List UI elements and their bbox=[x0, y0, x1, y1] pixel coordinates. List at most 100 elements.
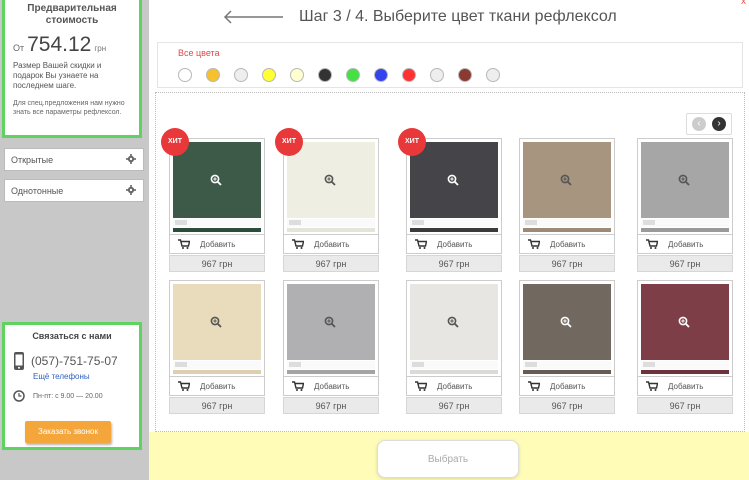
color-swatch[interactable] bbox=[290, 68, 304, 82]
fabric-card[interactable]: Добавить 967 грн bbox=[519, 280, 615, 414]
color-swatch[interactable] bbox=[206, 68, 220, 82]
color-swatch[interactable] bbox=[458, 68, 472, 82]
cart-icon bbox=[292, 239, 304, 249]
zoom-icon[interactable] bbox=[210, 316, 222, 328]
fabric-price: 967 грн bbox=[519, 397, 615, 414]
price-title-line1: Предварительная bbox=[27, 3, 117, 14]
price-currency: грн bbox=[94, 44, 107, 53]
fabric-edge bbox=[641, 228, 729, 232]
more-phones-link[interactable]: Ещё телефоны bbox=[33, 372, 131, 381]
zoom-icon[interactable] bbox=[210, 174, 222, 186]
color-swatch[interactable] bbox=[402, 68, 416, 82]
fabric-label bbox=[523, 361, 611, 369]
next-arrow-icon[interactable]: › bbox=[712, 117, 726, 131]
price-value: 754.12 bbox=[27, 33, 92, 56]
fabric-card[interactable]: Добавить 967 грн bbox=[637, 280, 733, 414]
zoom-icon[interactable] bbox=[678, 316, 690, 328]
fabric-price: 967 грн bbox=[406, 255, 502, 272]
fabric-card[interactable]: Добавить 967 грн bbox=[283, 280, 379, 414]
color-swatch[interactable] bbox=[430, 68, 444, 82]
add-to-cart-button[interactable]: Добавить bbox=[283, 377, 379, 396]
filter-open[interactable]: Открытые bbox=[4, 148, 144, 171]
phone-number[interactable]: (057)-751-75-07 bbox=[31, 354, 118, 368]
fabric-edge bbox=[410, 228, 498, 232]
color-swatch[interactable] bbox=[318, 68, 332, 82]
add-to-cart-button[interactable]: Добавить bbox=[637, 377, 733, 396]
fabric-card[interactable]: Добавить 967 грн bbox=[406, 138, 502, 272]
fabric-card[interactable]: Добавить 967 грн bbox=[519, 138, 615, 272]
color-swatch[interactable] bbox=[178, 68, 192, 82]
add-to-cart-button[interactable]: Добавить bbox=[406, 377, 502, 396]
add-to-cart-button[interactable]: Добавить bbox=[169, 235, 265, 254]
cart-icon bbox=[415, 381, 427, 391]
fabric-image[interactable] bbox=[169, 280, 265, 377]
fabric-label bbox=[641, 219, 729, 227]
zoom-icon[interactable] bbox=[560, 174, 572, 186]
fabric-grid: ‹ › Добавить 967 грн ХИТ Добавить 967 грн ХИТ… bbox=[155, 92, 745, 432]
fabric-label bbox=[523, 219, 611, 227]
select-button[interactable]: Выбрать bbox=[377, 440, 519, 478]
mobile-phone-icon bbox=[14, 352, 24, 370]
add-label: Добавить bbox=[314, 239, 350, 249]
color-swatch[interactable] bbox=[486, 68, 500, 82]
fabric-card[interactable]: Добавить 967 грн bbox=[169, 138, 265, 272]
zoom-icon[interactable] bbox=[324, 174, 336, 186]
prev-arrow-icon[interactable]: ‹ bbox=[692, 117, 706, 131]
main-panel: x Шаг 3 / 4. Выберите цвет ткани рефлекс… bbox=[149, 0, 749, 480]
add-label: Добавить bbox=[200, 381, 236, 391]
fabric-card[interactable]: Добавить 967 грн bbox=[637, 138, 733, 272]
fabric-card[interactable]: Добавить 967 грн bbox=[406, 280, 502, 414]
zoom-icon[interactable] bbox=[324, 316, 336, 328]
fabric-price: 967 грн bbox=[519, 255, 615, 272]
filter-open-label: Открытые bbox=[11, 155, 54, 165]
fabric-price: 967 грн bbox=[406, 397, 502, 414]
hours-row: Пн-пт: с 9.00 — 20.00 bbox=[13, 390, 131, 402]
add-to-cart-button[interactable]: Добавить bbox=[519, 235, 615, 254]
fabric-card[interactable]: Добавить 967 грн bbox=[169, 280, 265, 414]
zoom-icon[interactable] bbox=[447, 316, 459, 328]
color-swatch[interactable] bbox=[234, 68, 248, 82]
all-colors-link[interactable]: Все цвета bbox=[178, 48, 220, 58]
price-row: От 754.12 грн bbox=[13, 33, 131, 57]
discount-note: Размер Вашей скидки и подарок Вы узнаете… bbox=[13, 61, 102, 90]
cart-icon bbox=[178, 239, 190, 249]
zoom-icon[interactable] bbox=[447, 174, 459, 186]
fabric-edge bbox=[641, 370, 729, 374]
fabric-edge bbox=[173, 370, 261, 374]
zoom-icon[interactable] bbox=[560, 316, 572, 328]
add-to-cart-button[interactable]: Добавить bbox=[169, 377, 265, 396]
fabric-edge bbox=[410, 370, 498, 374]
color-swatch[interactable] bbox=[346, 68, 360, 82]
add-to-cart-button[interactable]: Добавить bbox=[283, 235, 379, 254]
fabric-card[interactable]: Добавить 967 грн bbox=[283, 138, 379, 272]
add-to-cart-button[interactable]: Добавить bbox=[406, 235, 502, 254]
add-to-cart-button[interactable]: Добавить bbox=[519, 377, 615, 396]
filter-plain[interactable]: Однотонные bbox=[4, 179, 144, 202]
add-label: Добавить bbox=[200, 239, 236, 249]
color-swatch[interactable] bbox=[374, 68, 388, 82]
add-to-cart-button[interactable]: Добавить bbox=[637, 235, 733, 254]
fabric-image[interactable] bbox=[637, 138, 733, 235]
fabric-image[interactable] bbox=[519, 138, 615, 235]
pagination-arrows: ‹ › bbox=[686, 113, 732, 135]
cart-icon bbox=[178, 381, 190, 391]
special-offer-note: Для спец.предложения нам нужно знать все… bbox=[13, 100, 125, 116]
back-arrow-icon[interactable] bbox=[223, 10, 285, 24]
fabric-image[interactable] bbox=[519, 280, 615, 377]
fabric-image[interactable] bbox=[283, 280, 379, 377]
close-icon[interactable]: x bbox=[741, 0, 746, 7]
fabric-image[interactable] bbox=[406, 280, 502, 377]
fabric-image[interactable] bbox=[637, 280, 733, 377]
hit-badge: ХИТ bbox=[275, 128, 303, 156]
color-swatch[interactable] bbox=[262, 68, 276, 82]
price-title-line2: стоимость bbox=[45, 15, 99, 26]
order-call-button[interactable]: Заказать звонок bbox=[25, 421, 111, 443]
zoom-icon[interactable] bbox=[678, 174, 690, 186]
phone-row: (057)-751-75-07 bbox=[13, 351, 131, 371]
cart-icon bbox=[415, 239, 427, 249]
fabric-label bbox=[173, 361, 261, 369]
fabric-price: 967 грн bbox=[637, 397, 733, 414]
fabric-label bbox=[410, 361, 498, 369]
price-estimate-panel: Предварительная стоимость От 754.12 грн … bbox=[2, 0, 142, 138]
step-title: Шаг 3 / 4. Выберите цвет ткани рефлексол bbox=[299, 8, 617, 25]
